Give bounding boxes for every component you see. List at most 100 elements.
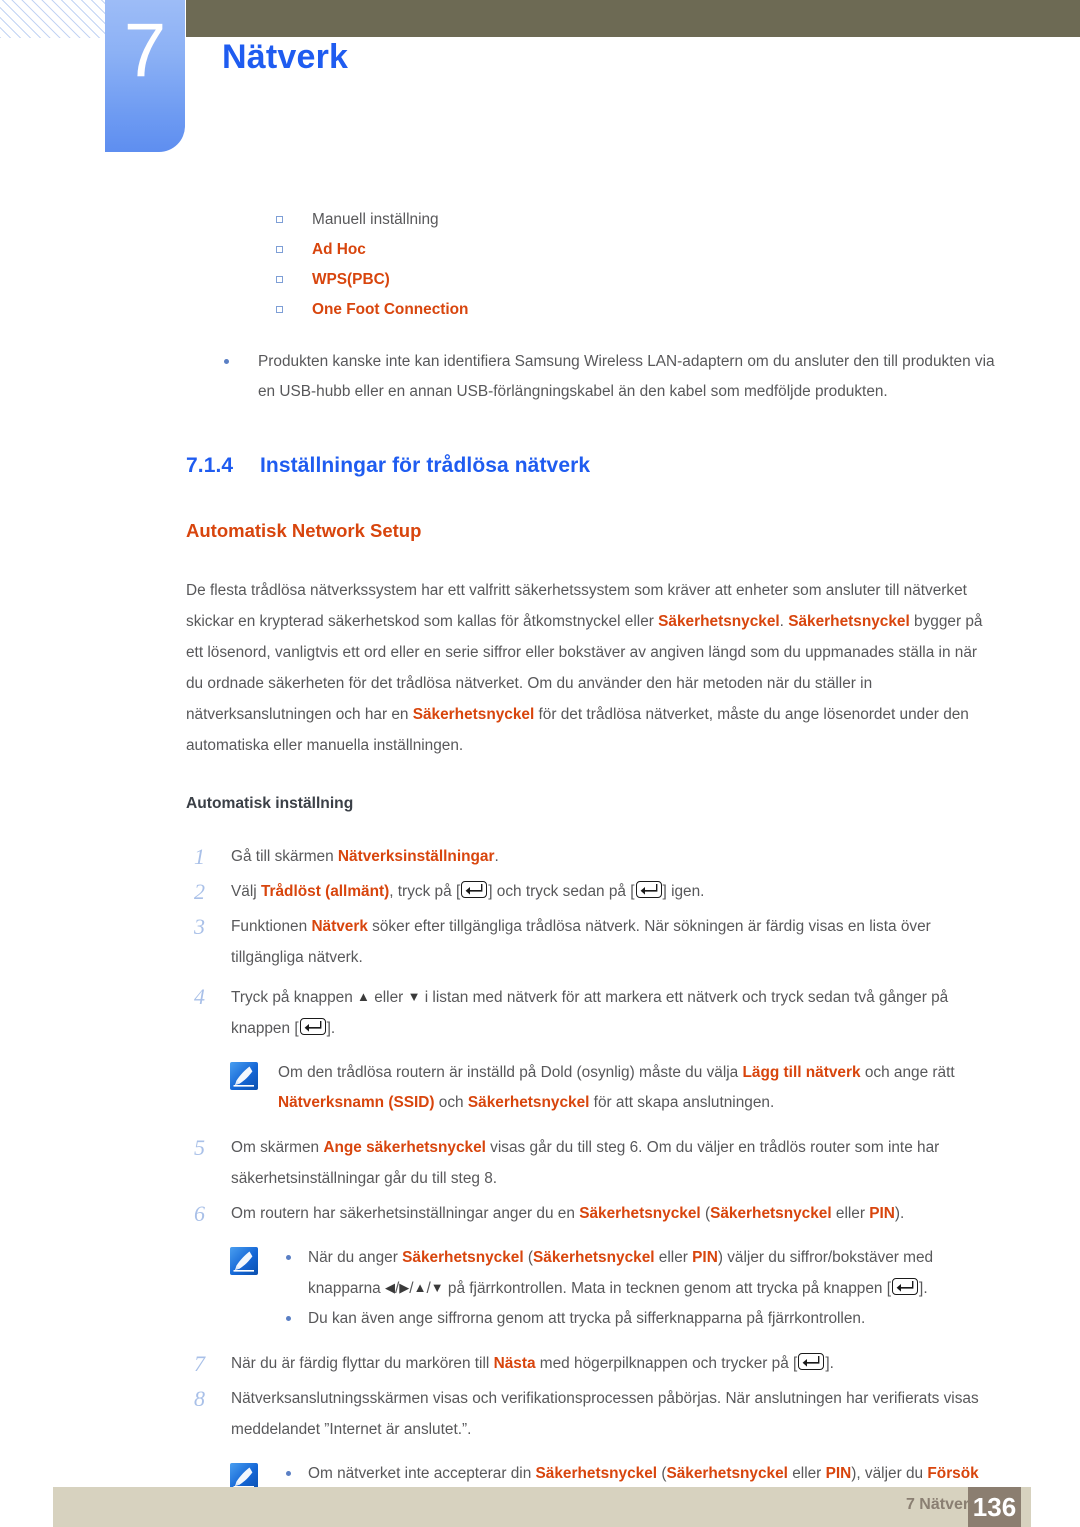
keyword-highlight: Nätverksnamn (SSID) xyxy=(278,1094,435,1111)
step-number: 5 xyxy=(194,1135,205,1160)
step-number: 7 xyxy=(194,1351,205,1376)
keyword-highlight: Säkerhetsnyckel xyxy=(579,1205,701,1222)
note-list-item: Du kan även ange siffrorna genom att try… xyxy=(278,1304,998,1334)
page-content: Manuell inställning Ad Hoc WPS(PBC) One … xyxy=(186,205,998,1519)
step-text: Nätverksanslutningsskärmen visas och ver… xyxy=(231,1390,979,1438)
option-list: Manuell inställning Ad Hoc WPS(PBC) One … xyxy=(186,205,998,325)
body-text: . xyxy=(494,848,499,865)
body-text: Du kan även ange siffrorna genom att try… xyxy=(308,1310,866,1327)
body-text: Om den trådlösa routern är inställd på D… xyxy=(278,1064,743,1081)
arrow-glyph-icon: ▶ xyxy=(399,1280,410,1295)
body-text: När du anger xyxy=(308,1249,403,1266)
square-bullet-icon xyxy=(276,216,283,223)
arrow-glyph-icon: ▼ xyxy=(407,989,421,1004)
keyword-highlight: Säkerhetsnyckel xyxy=(535,1465,658,1482)
step-text: Funktionen Nätverk söker efter tillgängl… xyxy=(231,918,931,966)
section-number: 7.1.4 xyxy=(186,454,234,477)
keyword-highlight: Säkerhetsnyckel xyxy=(710,1205,832,1222)
list-item-label: One Foot Connection xyxy=(312,301,469,318)
dot-bullet-icon xyxy=(286,1316,291,1321)
arrow-glyph-icon: ◀ xyxy=(385,1280,396,1295)
body-text: med högerpilknappen och trycker på [ xyxy=(535,1355,798,1372)
note-pencil-icon xyxy=(230,1062,258,1090)
body-text: Funktionen xyxy=(231,918,312,935)
note-paragraph-text: Produkten kanske inte kan identifiera Sa… xyxy=(258,353,995,400)
intro-text-2: . xyxy=(779,613,789,630)
note-callout: Om den trådlösa routern är inställd på D… xyxy=(186,1058,998,1118)
auto-setup-heading: Automatisk inställning xyxy=(186,795,354,812)
note-paragraph-block: Produkten kanske inte kan identifiera Sa… xyxy=(186,347,998,407)
enter-key-icon xyxy=(299,1018,326,1035)
list-item: WPS(PBC) xyxy=(276,265,998,295)
list-item: Ad Hoc xyxy=(276,235,998,265)
step-text: När du är färdig flyttar du markören til… xyxy=(231,1353,834,1372)
keyword-highlight: Nätverksinställningar xyxy=(337,848,495,865)
list-item: Manuell inställning xyxy=(276,205,998,235)
note-list-item: När du anger Säkerhetsnyckel (Säkerhetsn… xyxy=(278,1243,998,1304)
list-item: One Foot Connection xyxy=(276,295,998,325)
keyword-sakerhetsnyckel: Säkerhetsnyckel xyxy=(412,706,535,723)
keyword-highlight: Trådlöst (allmänt) xyxy=(260,883,390,900)
body-text: Gå till skärmen xyxy=(231,848,338,865)
header-olive-bar xyxy=(186,0,1080,37)
body-text: Tryck på knappen xyxy=(231,989,358,1006)
enter-key-icon xyxy=(798,1353,825,1370)
square-bullet-icon xyxy=(276,306,283,313)
body-text: eller xyxy=(831,1205,870,1222)
keyword-highlight: Säkerhetsnyckel xyxy=(666,1465,788,1482)
footer-bar xyxy=(53,1487,1031,1527)
keyword-sakerhetsnyckel: Säkerhetsnyckel xyxy=(788,613,910,630)
body-text: , tryck på [ xyxy=(389,883,461,900)
step-number: 8 xyxy=(194,1386,205,1411)
keyword-highlight: Ange säkerhetsnyckel xyxy=(323,1139,486,1156)
arrow-glyph-icon: ▼ xyxy=(430,1280,444,1295)
body-text: ]. xyxy=(326,1020,336,1037)
step-item: 8 Nätverksanslutningsskärmen visas och ve… xyxy=(186,1383,998,1445)
arrow-glyph-icon: ▲ xyxy=(413,1280,427,1295)
chapter-number: 7 xyxy=(123,8,167,93)
step-text: Välj Trådlöst (allmänt), tryck på [ ] och… xyxy=(231,881,704,900)
body-text: och ange rätt xyxy=(860,1064,955,1081)
step-number: 1 xyxy=(194,844,205,869)
body-text: eller xyxy=(369,989,408,1006)
section-heading: 7.1.4 Inställningar för trådlösa nätverk xyxy=(186,451,998,481)
intro-paragraph: De flesta trådlösa nätverkssystem har et… xyxy=(186,575,998,761)
step-text: Gå till skärmen Nätverksinställningar. xyxy=(231,848,499,865)
note-pencil-icon xyxy=(230,1247,258,1275)
body-text: Nätverksanslutningsskärmen visas och ver… xyxy=(231,1390,979,1438)
body-text: ), väljer du xyxy=(851,1465,928,1482)
body-text: eller xyxy=(654,1249,693,1266)
step-item: 2 Välj Trådlöst (allmänt), tryck på [] oc… xyxy=(186,876,998,907)
dot-bullet-icon xyxy=(286,1471,291,1476)
step-text: Om routern har säkerhetsinställningar an… xyxy=(231,1205,904,1222)
step-text: Tryck på knappen ▲ eller ▼ i listan med … xyxy=(231,989,948,1037)
body-text: ]. xyxy=(919,1280,928,1297)
dot-bullet-icon xyxy=(224,359,229,364)
keyword-highlight: Säkerhetsnyckel xyxy=(402,1249,524,1266)
list-item-label: Ad Hoc xyxy=(312,241,366,258)
keyword-highlight: Säkerhetsnyckel xyxy=(533,1249,655,1266)
body-text: ] och tryck sedan på [ xyxy=(488,883,635,900)
subsection-heading: Automatisk Network Setup xyxy=(186,520,422,541)
body-text: Om routern har säkerhetsinställningar an… xyxy=(231,1205,580,1222)
body-text: ( xyxy=(700,1205,711,1222)
body-text: ( xyxy=(523,1249,534,1266)
step-text: Om skärmen Ange säkerhetsnyckel visas gå… xyxy=(231,1139,939,1187)
body-text: eller xyxy=(787,1465,826,1482)
step-number: 4 xyxy=(194,984,205,1009)
numbered-steps: 1 Gå till skärmen Nätverksinställningar. 2… xyxy=(186,841,998,1519)
body-text: Om nätverket inte accepterar din xyxy=(308,1465,536,1482)
square-bullet-icon xyxy=(276,276,283,283)
enter-key-icon xyxy=(635,881,662,898)
step-item: 7 När du är färdig flyttar du markören ti… xyxy=(186,1348,998,1379)
list-item-label: Manuell inställning xyxy=(312,211,439,228)
enter-key-icon xyxy=(461,881,488,898)
list-item-label: WPS(PBC) xyxy=(312,271,390,288)
dot-bullet-icon xyxy=(286,1255,291,1260)
body-text: och xyxy=(434,1094,468,1111)
body-text: När du är färdig flyttar du markören til… xyxy=(231,1355,494,1372)
step-item: 1 Gå till skärmen Nätverksinställningar. xyxy=(186,841,998,872)
step-number: 3 xyxy=(194,914,205,939)
chapter-tab: 7 xyxy=(105,0,185,152)
body-text: Välj xyxy=(231,883,261,900)
